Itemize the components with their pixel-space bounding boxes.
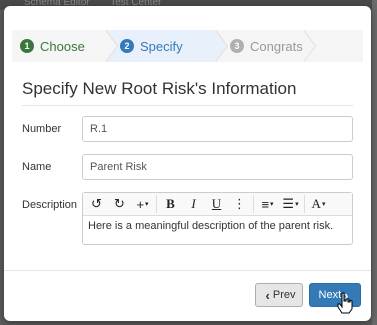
italic-icon[interactable]: I [182,194,205,214]
font-dropdown-button[interactable]: A ▾ [307,194,330,214]
toolbar-separator [304,195,305,213]
background-scrollbar [372,0,377,325]
plus-icon: + [136,196,145,212]
step-label: Choose [40,38,85,54]
description-label: Description [22,199,78,211]
bold-icon[interactable]: B [159,194,182,214]
number-input[interactable] [82,116,353,142]
wizard-modal: 1 Choose 2 Specify 3 Congrats Specify Ne… [4,6,371,321]
step-number-badge: 3 [230,39,244,53]
step-divider [303,30,315,62]
wizard-steps: 1 Choose 2 Specify 3 Congrats [12,30,363,62]
hand-cursor-icon [337,292,353,314]
name-input[interactable] [82,154,353,180]
form-title: Specify New Root Risk's Information [22,79,297,98]
step-choose[interactable]: 1 Choose [12,30,106,62]
caret-down-icon: ▾ [321,200,326,208]
more-options-icon[interactable]: ⋮ [228,194,251,214]
caret-down-icon: ▾ [270,201,274,208]
step-divider [215,30,227,62]
align-dropdown-button[interactable]: ≡ ▾ [256,194,279,214]
name-label: Name [22,161,52,173]
number-label: Number [22,123,62,135]
redo-icon[interactable]: ↻ [108,194,131,214]
chevron-left-icon: ‹ [265,287,270,303]
description-text-area[interactable]: Here is a meaningful description of the … [83,216,352,236]
font-style-icon: A [311,196,321,211]
step-number-badge: 1 [20,39,34,53]
toolbar-separator [253,195,254,213]
footer-divider [4,270,371,271]
list-dropdown-button[interactable]: ☰ ▾ [279,194,302,214]
editor-toolbar: ↺ ↻ + ▾ B I U ⋮ ≡ ▾ ☰ ▾ A ▾ [83,193,352,216]
step-specify[interactable]: 2 Specify [106,30,216,62]
step-number-badge: 2 [120,39,134,53]
step-congrats[interactable]: 3 Congrats [216,30,363,62]
step-label: Specify [140,38,183,54]
align-left-icon: ≡ [261,196,270,212]
step-divider [105,30,117,62]
step-label: Congrats [250,38,303,54]
caret-down-icon: ▾ [145,201,149,208]
undo-icon[interactable]: ↺ [85,194,108,214]
description-editor: ↺ ↻ + ▾ B I U ⋮ ≡ ▾ ☰ ▾ A ▾ Here is a meanin… [82,192,353,245]
caret-down-icon: ▾ [295,201,299,208]
prev-button-label: Prev [272,289,296,301]
insert-dropdown-button[interactable]: + ▾ [131,194,154,214]
title-divider [22,105,353,106]
underline-icon[interactable]: U [205,194,228,214]
list-icon: ☰ [282,196,295,211]
next-button[interactable]: Next › [309,283,361,307]
prev-button[interactable]: ‹ Prev [255,283,303,307]
toolbar-separator [156,195,157,213]
